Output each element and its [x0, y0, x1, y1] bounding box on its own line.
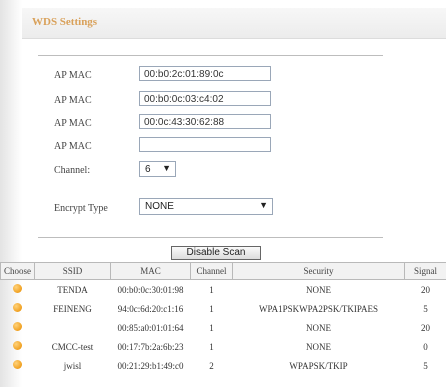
row-signal: 5	[423, 360, 428, 371]
divider-bottom	[38, 237, 383, 238]
encrypt-type-value: NONE	[145, 201, 174, 212]
ap-mac-input-1[interactable]: 00:b0:2c:01:89:0c	[139, 66, 271, 81]
row-channel: 2	[209, 360, 214, 371]
choose-radio-icon[interactable]	[13, 322, 22, 331]
chevron-down-icon: ▼	[259, 200, 268, 210]
row-channel: 1	[209, 341, 214, 352]
row-security: NONE	[306, 322, 331, 333]
disable-scan-button[interactable]: Disable Scan	[171, 246, 261, 260]
row-mac: 94:0c:6d:20:c1:16	[117, 303, 184, 314]
channel-label: Channel:	[54, 165, 91, 176]
row-signal: 20	[421, 322, 430, 333]
row-ssid: jwisl	[63, 360, 82, 371]
choose-radio-icon[interactable]	[13, 284, 22, 293]
table-row: FEINENG 94:0c:6d:20:c1:16 1 WPA1PSKWPA2P…	[1, 299, 446, 318]
channel-value: 6	[145, 164, 151, 175]
divider-top	[38, 55, 383, 56]
row-signal: 20	[421, 284, 430, 295]
channel-select[interactable]: 6 ▼	[139, 161, 176, 177]
row-ssid: TENDA	[57, 284, 88, 295]
row-channel: 1	[209, 322, 214, 333]
row-mac: 00:85:a0:01:01:64	[117, 322, 184, 333]
row-channel: 1	[209, 284, 214, 295]
col-header-ssid: SSID	[34, 262, 111, 280]
encrypt-type-label: Encrypt Type	[54, 203, 108, 214]
table-row: 00:85:a0:01:01:64 1 NONE 20	[1, 318, 446, 337]
row-security: NONE	[306, 284, 331, 295]
choose-radio-icon[interactable]	[13, 360, 22, 369]
ap-mac-label-4: AP MAC	[54, 141, 92, 152]
chevron-down-icon: ▼	[162, 163, 171, 173]
table-row: CMCC-test 00:17:7b:2a:6b:23 1 NONE 0	[1, 337, 446, 356]
row-signal: 5	[423, 303, 428, 314]
page-title: WDS Settings	[32, 16, 98, 28]
row-ssid	[35, 318, 111, 337]
col-header-choose: Choose	[0, 262, 35, 280]
row-security: WPA1PSKWPA2PSK/TKIPAES	[258, 303, 379, 314]
ap-mac-input-4[interactable]	[139, 137, 271, 152]
choose-radio-icon[interactable]	[13, 303, 22, 312]
row-ssid: CMCC-test	[51, 341, 94, 352]
row-mac: 00:b0:0c:30:01:98	[117, 284, 184, 295]
col-header-mac: MAC	[110, 262, 191, 280]
ap-mac-label-2: AP MAC	[54, 95, 92, 106]
encrypt-type-select[interactable]: NONE ▼	[139, 198, 273, 215]
row-signal: 0	[423, 341, 428, 352]
col-header-channel: Channel	[190, 262, 233, 280]
header-bar: WDS Settings	[22, 8, 446, 39]
table-header-row: Choose SSID MAC Channel Security Signal	[0, 262, 446, 280]
ap-mac-label-3: AP MAC	[54, 118, 92, 129]
table-row: jwisl 00:21:29:b1:49:c0 2 WPAPSK/TKIP 5	[1, 356, 446, 375]
ap-mac-input-3[interactable]: 00:0c:43:30:62:88	[139, 114, 271, 129]
row-ssid: FEINENG	[53, 303, 92, 314]
ap-mac-label-1: AP MAC	[54, 70, 92, 81]
row-mac: 00:17:7b:2a:6b:23	[117, 341, 184, 352]
col-header-signal: Signal	[404, 262, 446, 280]
row-channel: 1	[209, 303, 214, 314]
row-security: WPAPSK/TKIP	[289, 360, 348, 371]
row-mac: 00:21:29:b1:49:c0	[117, 360, 184, 371]
ap-mac-input-2[interactable]: 00:b0:0c:03:c4:02	[139, 91, 271, 106]
choose-radio-icon[interactable]	[13, 341, 22, 350]
scan-results-table: Choose SSID MAC Channel Security Signal …	[0, 262, 446, 375]
row-security: NONE	[306, 341, 331, 352]
table-row: TENDA 00:b0:0c:30:01:98 1 NONE 20	[1, 280, 446, 300]
col-header-security: Security	[232, 262, 405, 280]
